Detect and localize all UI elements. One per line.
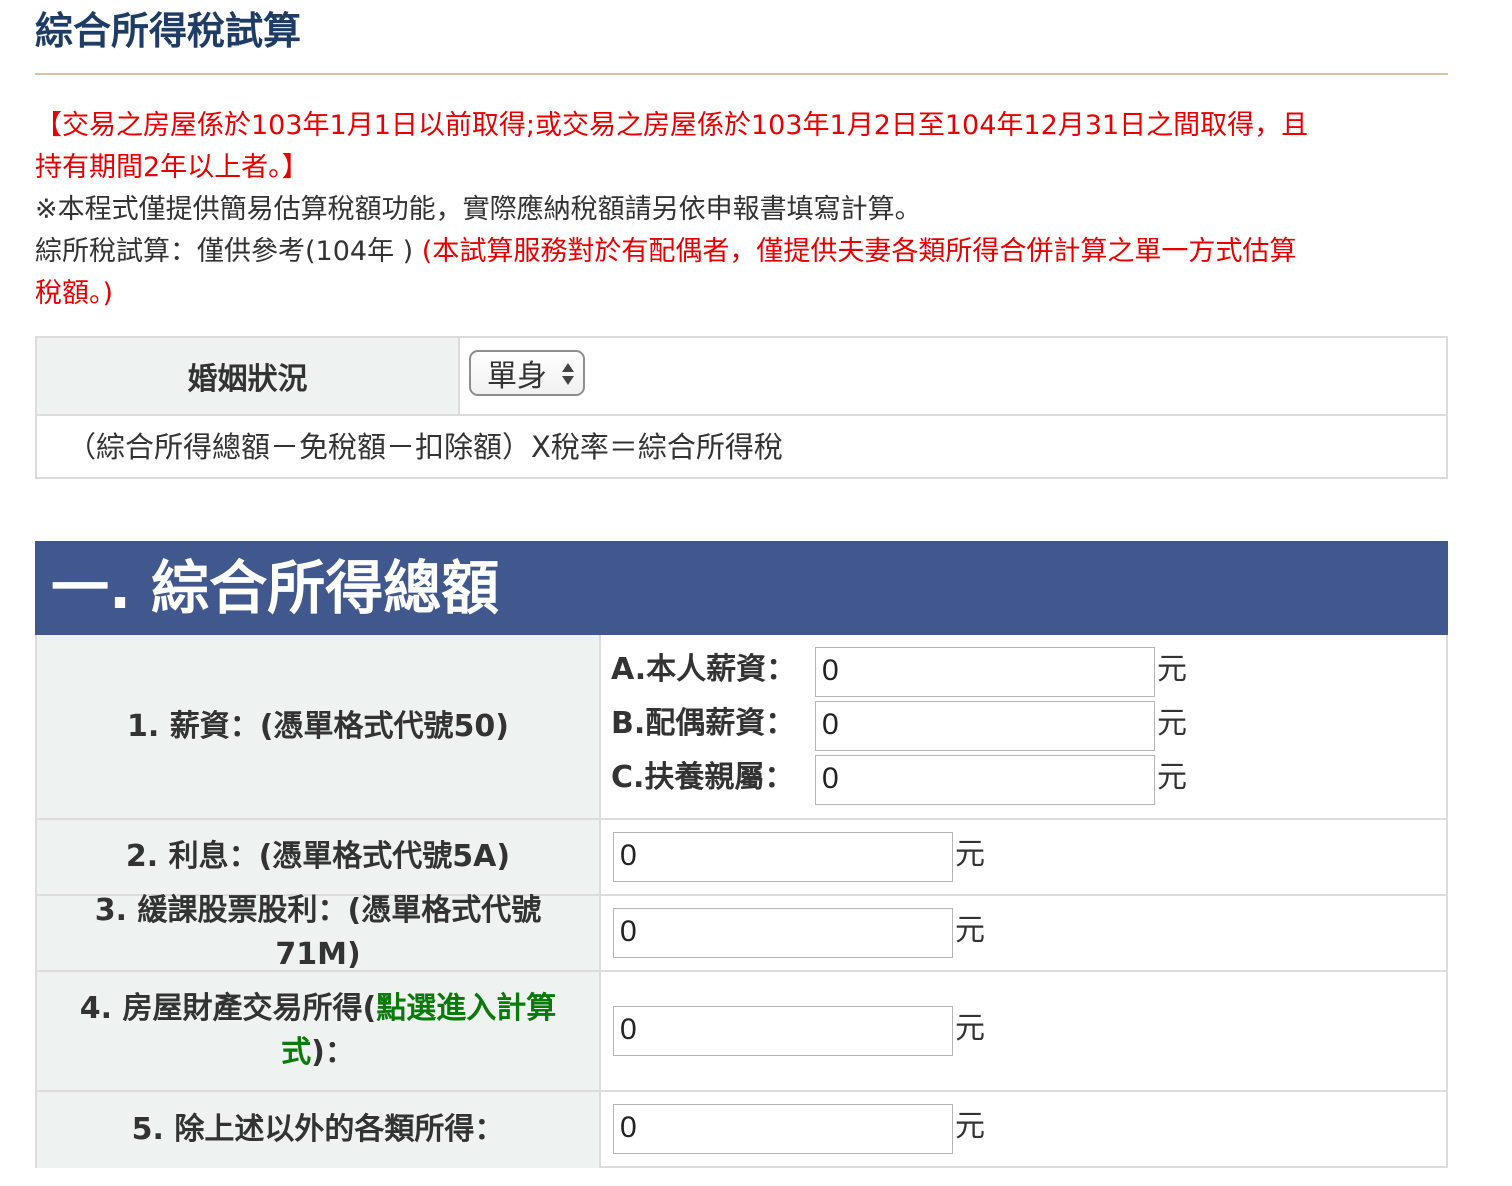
updown-arrows-icon xyxy=(562,363,574,385)
notice-line-4-prefix: 綜所稅試算：僅供參考(104年 ) xyxy=(35,236,422,267)
income-row-salary: 1. 薪資：(憑單格式代號50) A.本人薪資： 0 元 B.配偶薪資： 0 元… xyxy=(37,635,1446,820)
notice-line-3: ※本程式僅提供簡易估算稅額功能，實際應納稅額請另依申報書填寫計算。 xyxy=(35,194,922,225)
salary-spouse-input[interactable]: 0 xyxy=(815,701,1155,751)
salary-dependent-label: C.扶養親屬： xyxy=(611,760,795,795)
salary-dependent-input[interactable]: 0 xyxy=(815,755,1155,805)
income-row-deferred-dividend: 3. 緩課股票股利：(憑單格式代號71M) 0 元 xyxy=(37,893,1446,972)
marital-status-box: 婚姻狀況 單身 （綜合所得總額－免稅額－扣除額）X稅率＝綜合所得稅 xyxy=(35,336,1448,479)
deferred-dividend-label: 3. 緩課股票股利：(憑單格式代號71M) xyxy=(37,893,601,972)
income-table: 1. 薪資：(憑單格式代號50) A.本人薪資： 0 元 B.配偶薪資： 0 元… xyxy=(35,635,1448,1168)
property-label-prefix: 4. 房屋財產交易所得( xyxy=(79,991,377,1026)
marital-status-select[interactable]: 單身 xyxy=(469,350,585,396)
other-income-label: 5. 除上述以外的各類所得： xyxy=(37,1092,601,1168)
unit-label: 元 xyxy=(955,913,985,948)
property-label-suffix: )： xyxy=(311,1035,355,1070)
income-row-other: 5. 除上述以外的各類所得： 0 元 xyxy=(37,1092,1446,1168)
salary-self-label: A.本人薪資： xyxy=(611,652,797,687)
other-income-input[interactable]: 0 xyxy=(613,1104,953,1154)
marital-status-label: 婚姻狀況 xyxy=(37,338,460,414)
interest-label: 2. 利息：(憑單格式代號5A) xyxy=(37,820,601,894)
salary-label: 1. 薪資：(憑單格式代號50) xyxy=(37,635,601,818)
marital-status-value: 單身 xyxy=(487,359,547,394)
notice-block: 【交易之房屋係於103年1月1日以前取得;或交易之房屋係於103年1月2日至10… xyxy=(35,105,1448,315)
notice-line-4: 綜所稅試算：僅供參考(104年 ) (本試算服務對於有配偶者，僅提供夫妻各類所得… xyxy=(35,231,1448,273)
unit-label: 元 xyxy=(955,1011,985,1046)
unit-label: 元 xyxy=(955,837,985,872)
notice-line-4-red: (本試算服務對於有配偶者，僅提供夫妻各類所得合併計算之單一方式估算 xyxy=(421,236,1297,267)
notice-line-2: 持有期間2年以上者。】 xyxy=(35,152,309,183)
unit-label: 元 xyxy=(1157,652,1187,687)
unit-label: 元 xyxy=(1157,760,1187,795)
marital-status-row: 婚姻狀況 單身 xyxy=(37,338,1446,416)
salary-spouse-label: B.配偶薪資： xyxy=(611,706,796,741)
property-transaction-label: 4. 房屋財產交易所得(點選進入計算式)： xyxy=(37,972,601,1090)
property-transaction-input[interactable]: 0 xyxy=(613,1006,953,1056)
notice-line-1: 【交易之房屋係於103年1月1日以前取得;或交易之房屋係於103年1月2日至10… xyxy=(35,110,1309,141)
salary-self-input[interactable]: 0 xyxy=(815,647,1155,697)
income-row-interest: 2. 利息：(憑單格式代號5A) 0 元 xyxy=(37,820,1446,896)
unit-label: 元 xyxy=(955,1109,985,1144)
notice-line-5: 稅額。) xyxy=(35,278,114,309)
tax-formula: （綜合所得總額－免稅額－扣除額）X稅率＝綜合所得稅 xyxy=(67,430,783,464)
page-title: 綜合所得稅試算 xyxy=(35,9,302,53)
income-row-property-transaction: 4. 房屋財產交易所得(點選進入計算式)： 0 元 xyxy=(37,972,1446,1092)
deferred-dividend-input[interactable]: 0 xyxy=(613,908,953,958)
section-1-header: 一. 綜合所得總額 xyxy=(35,541,1448,635)
unit-label: 元 xyxy=(1157,706,1187,741)
title-divider xyxy=(35,73,1448,75)
interest-input[interactable]: 0 xyxy=(613,832,953,882)
